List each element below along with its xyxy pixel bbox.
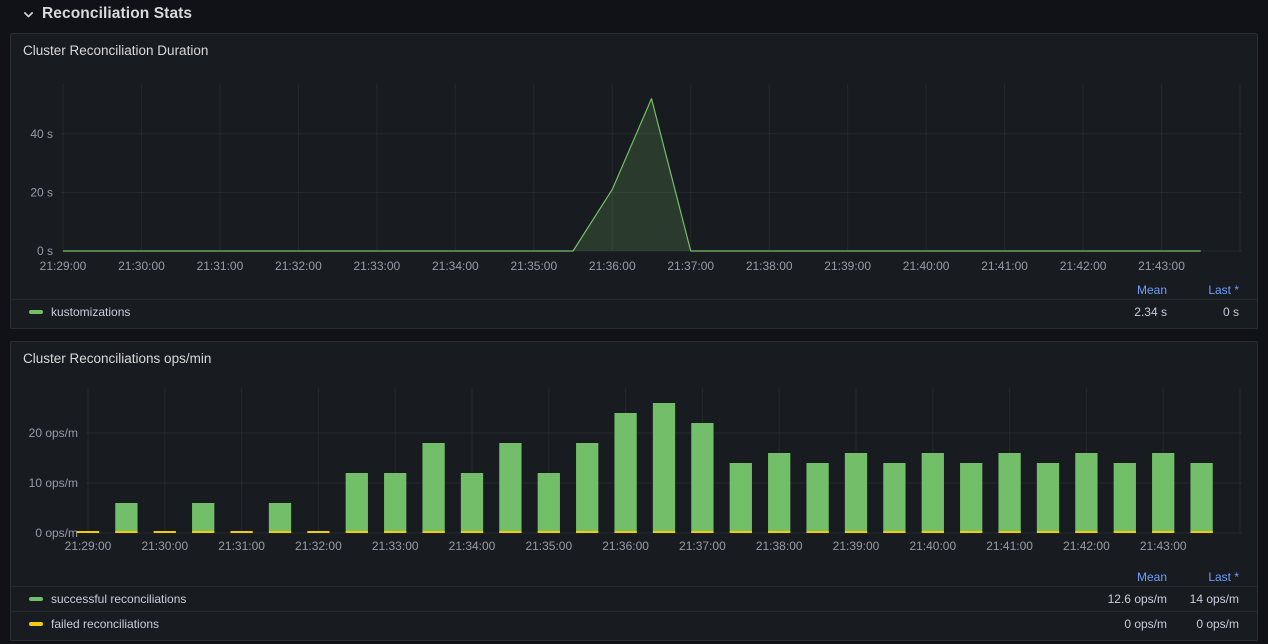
svg-text:21:43:00: 21:43:00 [1140,539,1187,553]
series-last-value: 14 ops/m [1167,592,1239,606]
legend-duration: Mean Last * kustomizations 2.34 s 0 s [11,280,1257,328]
svg-text:21:41:00: 21:41:00 [986,539,1033,553]
svg-text:21:34:00: 21:34:00 [449,539,496,553]
svg-text:0 s: 0 s [37,244,53,258]
legend-header-mean[interactable]: Mean [1067,570,1167,584]
svg-text:10 ops/m: 10 ops/m [29,476,78,490]
series-color-dash[interactable] [29,597,43,601]
dashboard-panels: Cluster Reconciliation Duration 0 s 20 s 4… [10,33,1258,641]
series-mean-value: 2.34 s [1067,305,1167,319]
legend-row-kustomizations: kustomizations 2.34 s 0 s [11,299,1257,324]
svg-text:21:37:00: 21:37:00 [667,259,714,273]
series-last-value: 0 s [1167,305,1239,319]
svg-text:21:38:00: 21:38:00 [756,539,803,553]
svg-text:21:29:00: 21:29:00 [40,259,87,273]
svg-text:21:38:00: 21:38:00 [746,259,793,273]
svg-text:21:30:00: 21:30:00 [141,539,188,553]
panel-title-duration[interactable]: Cluster Reconciliation Duration [11,34,1257,63]
section-header-reconciliation-stats[interactable]: Reconciliation Stats [0,0,1268,28]
svg-text:21:39:00: 21:39:00 [824,259,871,273]
svg-text:20 s: 20 s [30,185,53,199]
svg-text:21:33:00: 21:33:00 [372,539,419,553]
series-last-value: 0 ops/m [1167,617,1239,631]
svg-text:40 s: 40 s [30,127,53,141]
svg-text:21:35:00: 21:35:00 [525,539,572,553]
svg-text:21:42:00: 21:42:00 [1060,259,1107,273]
series-color-dash[interactable] [29,310,43,314]
legend-header-last[interactable]: Last * [1167,570,1239,584]
series-label-failed[interactable]: failed reconciliations [51,617,159,631]
duration-area-chart[interactable]: 0 s 20 s 40 s 21:29:00 21:30:00 21:31:00 21:32… [11,63,1257,277]
legend-header: Mean Last * [11,280,1257,299]
svg-text:21:36:00: 21:36:00 [589,259,636,273]
svg-text:21:42:00: 21:42:00 [1063,539,1110,553]
series-label-successful[interactable]: successful reconciliations [51,592,186,606]
series-mean-value: 12.6 ops/m [1067,592,1167,606]
svg-text:0 ops/m: 0 ops/m [35,526,78,540]
legend-row-successful: successful reconciliations 12.6 ops/m 14… [11,586,1257,611]
panel-cluster-reconciliation-duration: Cluster Reconciliation Duration 0 s 20 s 4… [10,33,1258,329]
svg-text:21:43:00: 21:43:00 [1138,259,1185,273]
legend-ops: Mean Last * successful reconciliations 1… [11,567,1257,640]
svg-text:21:34:00: 21:34:00 [432,259,479,273]
section-title: Reconciliation Stats [42,5,192,23]
legend-header: Mean Last * [11,567,1257,586]
svg-text:21:29:00: 21:29:00 [65,539,112,553]
series-mean-value: 0 ops/m [1067,617,1167,631]
series-color-dash[interactable] [29,622,43,626]
svg-text:20 ops/m: 20 ops/m [29,426,78,440]
svg-text:21:32:00: 21:32:00 [295,539,342,553]
svg-text:21:33:00: 21:33:00 [354,259,401,273]
reconciliations-bar-chart[interactable]: 0 ops/m 10 ops/m 20 ops/m 21:29:00 21:30:00 2… [11,371,1257,557]
svg-text:21:35:00: 21:35:00 [510,259,557,273]
chevron-down-icon [22,8,35,21]
series-label-kustomizations[interactable]: kustomizations [51,305,130,319]
svg-text:21:30:00: 21:30:00 [118,259,165,273]
svg-text:21:41:00: 21:41:00 [981,259,1028,273]
svg-text:21:36:00: 21:36:00 [602,539,649,553]
svg-text:21:40:00: 21:40:00 [909,539,956,553]
legend-header-mean[interactable]: Mean [1067,283,1167,297]
svg-text:21:40:00: 21:40:00 [903,259,950,273]
svg-text:21:31:00: 21:31:00 [197,259,244,273]
panel-cluster-reconciliations-ops: Cluster Reconciliations ops/min 0 ops/m1… [10,341,1258,641]
svg-text:21:32:00: 21:32:00 [275,259,322,273]
panel-title-ops[interactable]: Cluster Reconciliations ops/min [11,342,1257,371]
svg-text:21:31:00: 21:31:00 [218,539,265,553]
svg-text:21:39:00: 21:39:00 [833,539,880,553]
legend-row-failed: failed reconciliations 0 ops/m 0 ops/m [11,611,1257,636]
legend-header-last[interactable]: Last * [1167,283,1239,297]
svg-text:21:37:00: 21:37:00 [679,539,726,553]
